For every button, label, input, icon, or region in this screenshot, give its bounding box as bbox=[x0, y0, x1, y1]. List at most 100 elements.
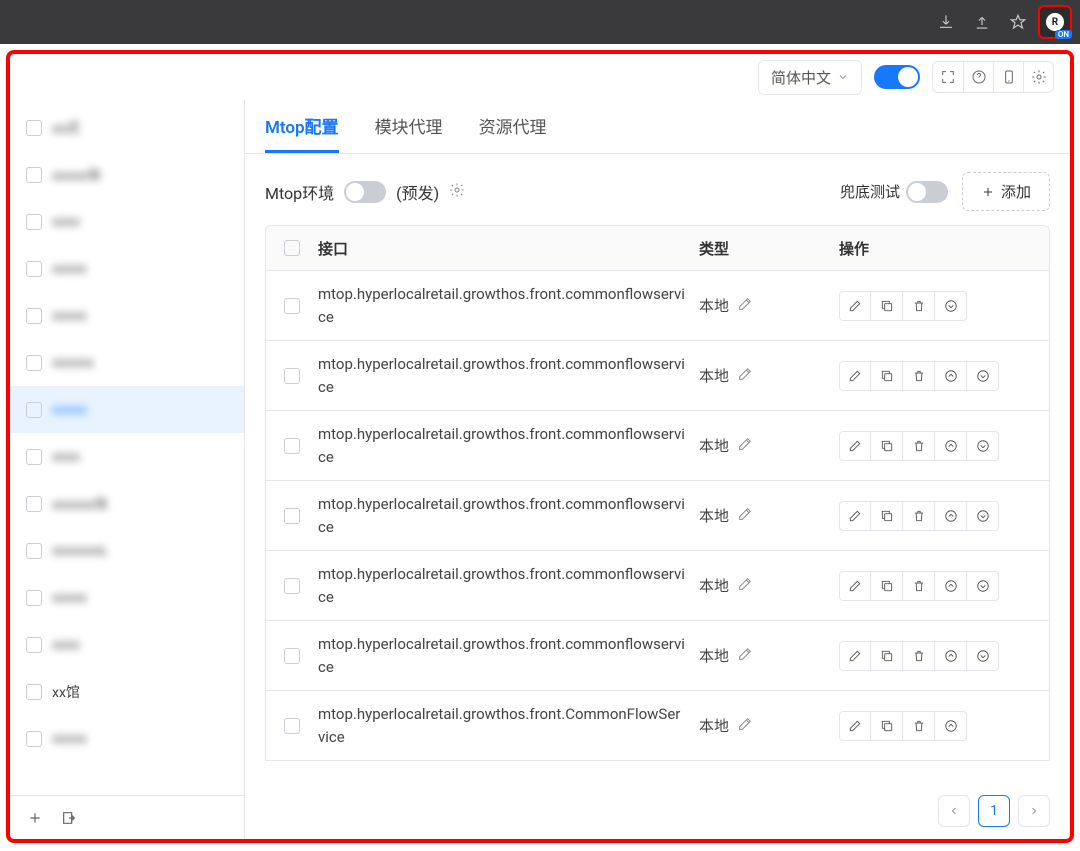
mobile-icon[interactable] bbox=[993, 62, 1023, 92]
edit-type-icon[interactable] bbox=[737, 506, 753, 526]
star-icon[interactable] bbox=[1002, 6, 1034, 38]
sidebar-checkbox[interactable] bbox=[26, 449, 42, 465]
sidebar-item[interactable]: xxxxx块 bbox=[10, 151, 244, 198]
down-button[interactable] bbox=[935, 291, 967, 321]
select-all-checkbox[interactable] bbox=[284, 240, 300, 256]
sidebar-item[interactable]: xxxxx bbox=[10, 292, 244, 339]
page-current[interactable]: 1 bbox=[978, 795, 1010, 827]
sidebar-checkbox[interactable] bbox=[26, 684, 42, 700]
down-button[interactable] bbox=[967, 501, 999, 531]
sidebar-checkbox[interactable] bbox=[26, 731, 42, 747]
sidebar-item[interactable]: xxxxxx块 bbox=[10, 480, 244, 527]
copy-button[interactable] bbox=[871, 291, 903, 321]
sidebar-item[interactable]: xxxx bbox=[10, 433, 244, 480]
edit-button[interactable] bbox=[839, 571, 871, 601]
edit-type-icon[interactable] bbox=[737, 436, 753, 456]
edit-button[interactable] bbox=[839, 431, 871, 461]
sidebar-checkbox[interactable] bbox=[26, 308, 42, 324]
delete-button[interactable] bbox=[903, 291, 935, 321]
table-row: mtop.hyperlocalretail.growthos.front.Com… bbox=[265, 691, 1050, 761]
edit-type-icon[interactable] bbox=[737, 716, 753, 736]
up-button[interactable] bbox=[935, 501, 967, 531]
edit-button[interactable] bbox=[839, 641, 871, 671]
copy-button[interactable] bbox=[871, 641, 903, 671]
page-next[interactable] bbox=[1018, 795, 1050, 827]
share-icon[interactable] bbox=[966, 6, 998, 38]
copy-button[interactable] bbox=[871, 501, 903, 531]
delete-button[interactable] bbox=[903, 571, 935, 601]
sidebar-checkbox[interactable] bbox=[26, 120, 42, 136]
sidebar-checkbox[interactable] bbox=[26, 167, 42, 183]
tab[interactable]: Mtop配置 bbox=[265, 113, 339, 153]
row-checkbox[interactable] bbox=[284, 508, 300, 524]
import-button[interactable] bbox=[60, 809, 78, 827]
tab[interactable]: 资源代理 bbox=[479, 113, 547, 153]
copy-button[interactable] bbox=[871, 361, 903, 391]
language-select[interactable]: 简体中文 bbox=[758, 60, 862, 95]
row-checkbox[interactable] bbox=[284, 298, 300, 314]
edit-button[interactable] bbox=[839, 711, 871, 741]
edit-type-icon[interactable] bbox=[737, 366, 753, 386]
sidebar-item[interactable]: xxxx bbox=[10, 198, 244, 245]
delete-button[interactable] bbox=[903, 641, 935, 671]
delete-button[interactable] bbox=[903, 711, 935, 741]
sidebar-checkbox[interactable] bbox=[26, 402, 42, 418]
sidebar-checkbox[interactable] bbox=[26, 261, 42, 277]
fallback-toggle[interactable] bbox=[906, 181, 948, 203]
env-settings-icon[interactable] bbox=[449, 182, 465, 202]
master-toggle[interactable] bbox=[874, 65, 920, 89]
sidebar-checkbox[interactable] bbox=[26, 496, 42, 512]
up-button[interactable] bbox=[935, 571, 967, 601]
extension-panel: 简体中文 xx式xxxxx块xxxxxxxxxxxxxxxxxxxxxxxxxx… bbox=[10, 54, 1070, 839]
sidebar-checkbox[interactable] bbox=[26, 355, 42, 371]
down-button[interactable] bbox=[967, 431, 999, 461]
down-button[interactable] bbox=[967, 571, 999, 601]
extension-badge[interactable]: R ON bbox=[1038, 5, 1072, 39]
sidebar-item[interactable]: xxxxxx bbox=[10, 339, 244, 386]
row-checkbox[interactable] bbox=[284, 368, 300, 384]
row-checkbox[interactable] bbox=[284, 578, 300, 594]
edit-button[interactable] bbox=[839, 291, 871, 321]
edit-button[interactable] bbox=[839, 361, 871, 391]
row-checkbox[interactable] bbox=[284, 718, 300, 734]
help-icon[interactable] bbox=[963, 62, 993, 92]
sidebar-item[interactable]: xxxxx bbox=[10, 386, 244, 433]
delete-button[interactable] bbox=[903, 361, 935, 391]
row-checkbox[interactable] bbox=[284, 438, 300, 454]
edit-button[interactable] bbox=[839, 501, 871, 531]
delete-button[interactable] bbox=[903, 431, 935, 461]
delete-button[interactable] bbox=[903, 501, 935, 531]
settings-icon[interactable] bbox=[1023, 62, 1053, 92]
sidebar-item[interactable]: xxxxx bbox=[10, 715, 244, 762]
add-button[interactable]: 添加 bbox=[962, 172, 1050, 211]
sidebar-item[interactable]: xxxxxxxL bbox=[10, 527, 244, 574]
edit-type-icon[interactable] bbox=[737, 646, 753, 666]
up-button[interactable] bbox=[935, 431, 967, 461]
add-project-button[interactable] bbox=[26, 809, 44, 827]
down-button[interactable] bbox=[967, 361, 999, 391]
sidebar-checkbox[interactable] bbox=[26, 590, 42, 606]
row-checkbox[interactable] bbox=[284, 648, 300, 664]
sidebar-item[interactable]: xx式 bbox=[10, 104, 244, 151]
copy-button[interactable] bbox=[871, 711, 903, 741]
sidebar-item[interactable]: xxxxx bbox=[10, 245, 244, 292]
up-button[interactable] bbox=[935, 711, 967, 741]
download-icon[interactable] bbox=[930, 6, 962, 38]
page-prev[interactable] bbox=[938, 795, 970, 827]
edit-type-icon[interactable] bbox=[737, 296, 753, 316]
sidebar-checkbox[interactable] bbox=[26, 214, 42, 230]
sidebar-checkbox[interactable] bbox=[26, 637, 42, 653]
down-button[interactable] bbox=[967, 641, 999, 671]
env-toggle[interactable] bbox=[344, 181, 386, 203]
edit-type-icon[interactable] bbox=[737, 576, 753, 596]
up-button[interactable] bbox=[935, 641, 967, 671]
up-button[interactable] bbox=[935, 361, 967, 391]
sidebar-item[interactable]: xx馆 bbox=[10, 668, 244, 715]
sidebar-checkbox[interactable] bbox=[26, 543, 42, 559]
copy-button[interactable] bbox=[871, 431, 903, 461]
sidebar-item[interactable]: xxxxx bbox=[10, 574, 244, 621]
copy-button[interactable] bbox=[871, 571, 903, 601]
tab[interactable]: 模块代理 bbox=[375, 113, 443, 153]
sidebar-item[interactable]: xxxx bbox=[10, 621, 244, 668]
fullscreen-icon[interactable] bbox=[933, 62, 963, 92]
